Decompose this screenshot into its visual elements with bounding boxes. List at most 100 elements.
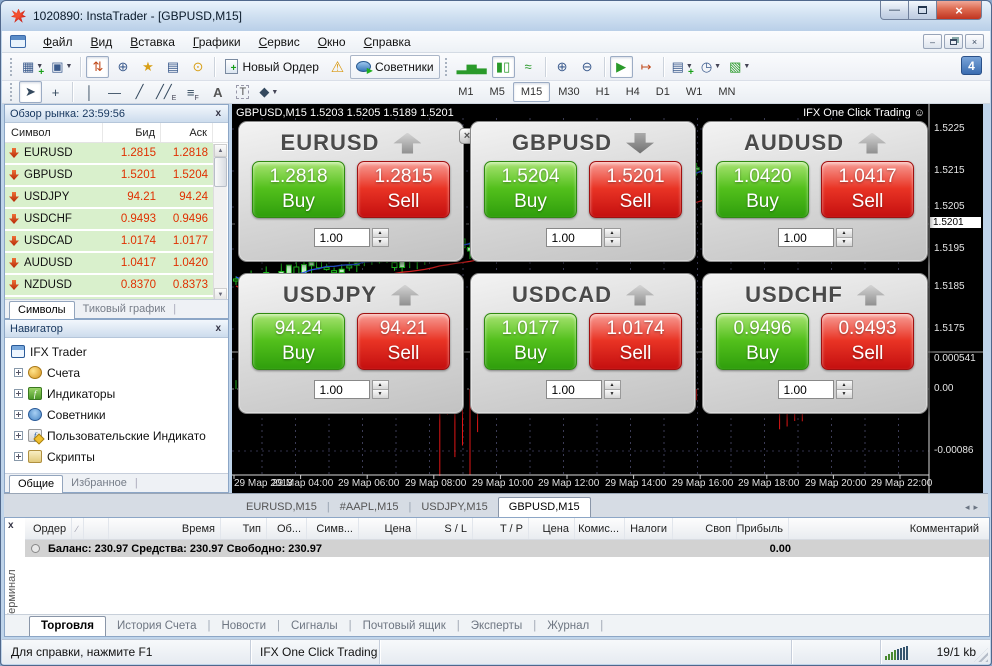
sell-button[interactable]: 0.9493Sell	[821, 313, 914, 370]
lot-input[interactable]	[314, 228, 370, 247]
tab-mailbox[interactable]: Почтовый ящик	[352, 617, 457, 636]
toolbar-grip[interactable]	[445, 58, 448, 76]
favorites-button[interactable]: ★	[136, 56, 159, 78]
tree-item-indicators[interactable]: f Индикаторы	[7, 383, 226, 404]
buy-button[interactable]: 1.2818Buy	[252, 161, 345, 218]
tab-scroll-arrows[interactable]: ◂▸	[965, 502, 982, 513]
scroll-up-icon[interactable]: ▲	[214, 144, 227, 157]
column-time[interactable]: Время	[109, 518, 221, 539]
toolbar-grip[interactable]	[10, 58, 13, 76]
column-comment[interactable]: Комментарий	[789, 518, 989, 539]
profiles-button[interactable]: ▣▼	[48, 56, 75, 78]
zoom-in-button[interactable]: ⊕	[551, 56, 574, 78]
chart-tab-eurusd[interactable]: EURUSD,M15	[236, 498, 327, 517]
menu-view[interactable]: Вид	[82, 33, 122, 51]
lot-input[interactable]	[778, 380, 834, 399]
trendline-tool[interactable]: ╱	[128, 81, 151, 103]
buy-button[interactable]: 94.24Buy	[252, 313, 345, 370]
spin-down-button[interactable]: ▼	[605, 390, 620, 398]
menu-charts[interactable]: Графики	[184, 33, 250, 51]
vline-tool[interactable]: │	[78, 81, 101, 103]
fibonacci-tool[interactable]: ≡F	[181, 81, 204, 103]
label-tool[interactable]: T	[231, 81, 254, 103]
spin-up-button[interactable]: ▲	[837, 229, 852, 238]
status-mode-text[interactable]: IFX One Click Trading	[251, 645, 379, 659]
spin-down-button[interactable]: ▼	[373, 238, 388, 246]
advisors-button[interactable]: Советники	[350, 55, 440, 79]
cursor-tool[interactable]: ➤	[19, 81, 42, 103]
close-icon[interactable]: x	[213, 108, 223, 119]
autoscroll-button[interactable]: ▶	[610, 56, 633, 78]
timeframe-mn[interactable]: MN	[710, 82, 743, 102]
minimize-button[interactable]: —	[880, 1, 909, 20]
menu-service[interactable]: Сервис	[250, 33, 309, 51]
crosshair-target-button[interactable]: ⊕	[111, 56, 134, 78]
balance-row[interactable]: Баланс: 230.97 Средства: 230.97 Свободно…	[25, 540, 989, 557]
templates-button[interactable]: ▤+▼	[669, 56, 696, 78]
spin-up-button[interactable]: ▲	[837, 381, 852, 390]
close-icon[interactable]: x	[213, 323, 223, 334]
tab-common[interactable]: Общие	[9, 475, 63, 493]
chart-tab-aapl[interactable]: #AAPL,M15	[330, 498, 409, 517]
market-watch-row[interactable]: USDCAD1.01741.0177	[5, 231, 213, 251]
chart-shift-button[interactable]: ↦	[635, 56, 658, 78]
line-chart-button[interactable]: ≈	[517, 56, 540, 78]
column-symbol[interactable]: Символ	[5, 123, 103, 142]
sell-button[interactable]: 1.5201Sell	[589, 161, 682, 218]
tab-favorites[interactable]: Избранное	[63, 475, 135, 492]
column-ask[interactable]: Аск	[161, 123, 213, 142]
title-bar[interactable]: 1020890: InstaTrader - [GBPUSD,M15]	[1, 1, 991, 31]
tab-news[interactable]: Новости	[210, 617, 277, 636]
market-watch-toggle[interactable]: ▤	[161, 56, 184, 78]
column-price-current[interactable]: Цена	[529, 518, 575, 539]
crosshair-tool[interactable]: +	[44, 81, 67, 103]
market-watch-row[interactable]: EURUSD1.28151.2818	[5, 143, 213, 163]
column-order[interactable]: Ордер	[33, 518, 72, 539]
mdi-close-button[interactable]: ×	[965, 34, 984, 49]
tab-signals[interactable]: Сигналы	[280, 617, 349, 636]
scrollbar[interactable]: ▲ ▼	[213, 144, 227, 301]
buy-button[interactable]: 1.5204Buy	[484, 161, 577, 218]
tree-item-custom-indicators[interactable]: f Пользовательские Индикато	[7, 425, 226, 446]
spin-down-button[interactable]: ▼	[837, 390, 852, 398]
smiley-icon[interactable]: ☺	[914, 107, 925, 119]
column-sl[interactable]: S / L	[417, 518, 473, 539]
spin-up-button[interactable]: ▲	[605, 229, 620, 238]
expand-icon[interactable]	[14, 410, 23, 419]
sell-button[interactable]: 1.0417Sell	[821, 161, 914, 218]
market-watch-row[interactable]: USDCHF0.94930.9496	[5, 209, 213, 229]
tab-tick-chart[interactable]: Тиковый график	[75, 301, 174, 318]
tick-chart-toggle[interactable]: ⇅	[86, 56, 109, 78]
mdi-minimize-button[interactable]: –	[923, 34, 942, 49]
timeframe-m1[interactable]: M1	[450, 82, 481, 102]
buy-button[interactable]: 0.9496Buy	[716, 313, 809, 370]
column-profit[interactable]: Прибыль	[737, 518, 789, 539]
market-watch-row[interactable]: NZDUSD0.83700.8373	[5, 275, 213, 295]
tab-symbols[interactable]: Символы	[9, 301, 75, 319]
spin-down-button[interactable]: ▼	[837, 238, 852, 246]
tree-root-ifx-trader[interactable]: IFX Trader	[7, 341, 226, 362]
tree-item-accounts[interactable]: Счета	[7, 362, 226, 383]
menu-file[interactable]: Файл	[34, 33, 82, 51]
column-taxes[interactable]: Налоги	[625, 518, 673, 539]
timeframe-m15[interactable]: M15	[513, 82, 550, 102]
tab-account-history[interactable]: История Счета	[106, 617, 208, 636]
column-volume[interactable]: Об...	[267, 518, 307, 539]
text-tool[interactable]: A	[206, 81, 229, 103]
market-watch-row[interactable]: GBPUSD1.52011.5204	[5, 165, 213, 185]
column-type[interactable]: Тип	[221, 518, 267, 539]
buy-button[interactable]: 1.0420Buy	[716, 161, 809, 218]
expand-icon[interactable]	[14, 431, 23, 440]
new-order-button[interactable]: + Новый Ордер	[219, 55, 324, 79]
chart-area[interactable]: GBPUSD,M15 1.5203 1.5205 1.5189 1.5201 I…	[232, 104, 983, 493]
timeframe-m30[interactable]: M30	[550, 82, 587, 102]
chart-tab-gbpusd[interactable]: GBPUSD,M15	[498, 497, 591, 517]
new-chart-button[interactable]: ▦+▼	[19, 56, 46, 78]
bar-chart-button[interactable]: ▂▅▃	[454, 56, 490, 78]
channel-tool[interactable]: ╱╱E	[153, 81, 179, 103]
sell-button[interactable]: 94.21Sell	[357, 313, 450, 370]
spin-up-button[interactable]: ▲	[605, 381, 620, 390]
spin-down-button[interactable]: ▼	[373, 390, 388, 398]
lot-input[interactable]	[314, 380, 370, 399]
toolbar-grip[interactable]	[10, 83, 13, 101]
